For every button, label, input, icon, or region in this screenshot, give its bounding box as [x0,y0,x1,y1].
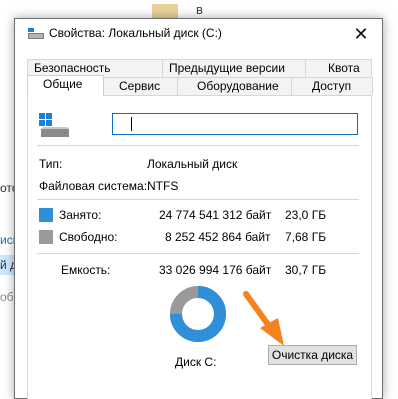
used-label: Занято: [59,208,102,222]
type-value: Локальный диск [147,157,238,171]
close-button[interactable]: ✕ [340,19,382,49]
tab-previous-versions[interactable]: Предыдущие версии [162,59,306,77]
free-size: 7,68 ГБ [285,230,327,244]
tab-quota[interactable]: Квота [305,59,372,77]
close-icon: ✕ [353,23,369,44]
properties-dialog: Свойства: Локальный диск (C:) ✕ Безопасн… [14,18,383,399]
free-bytes: 8 252 452 864 байт [165,230,271,244]
window-title: Свойства: Локальный диск (C:) [49,26,222,40]
tab-row-2: Общие Сервис Оборудование Доступ [27,75,373,96]
tab-sharing[interactable]: Доступ [291,77,373,95]
separator [37,145,359,146]
capacity-size: 30,7 ГБ [285,263,327,277]
orange-arrow-annotation [243,291,284,346]
tab-general[interactable]: Общие [27,75,104,96]
disk-label: Диск C: [175,355,217,369]
filesystem-label: Файловая система: [39,179,148,193]
background-text: в [196,2,203,17]
disk-usage-donut [170,286,226,342]
free-space-swatch [39,230,53,244]
capacity-label: Емкость: [61,263,111,277]
tab-tools[interactable]: Сервис [103,77,178,95]
used-bytes: 24 774 541 312 байт [159,208,272,222]
drive-large-icon [39,113,69,137]
tab-hardware[interactable]: Оборудование [177,77,292,95]
type-label: Тип: [39,157,63,171]
free-label: Свободно: [59,230,118,244]
used-size: 23,0 ГБ [285,208,327,222]
titlebar[interactable]: Свойства: Локальный диск (C:) ✕ [15,19,382,49]
drive-icon [28,28,44,39]
filesystem-value: NTFS [147,179,179,193]
capacity-bytes: 33 026 994 176 байт [159,263,272,277]
separator [37,253,359,254]
text-caret [131,117,132,131]
separator [37,199,359,200]
drive-name-input[interactable] [112,113,358,135]
used-space-swatch [39,208,53,222]
